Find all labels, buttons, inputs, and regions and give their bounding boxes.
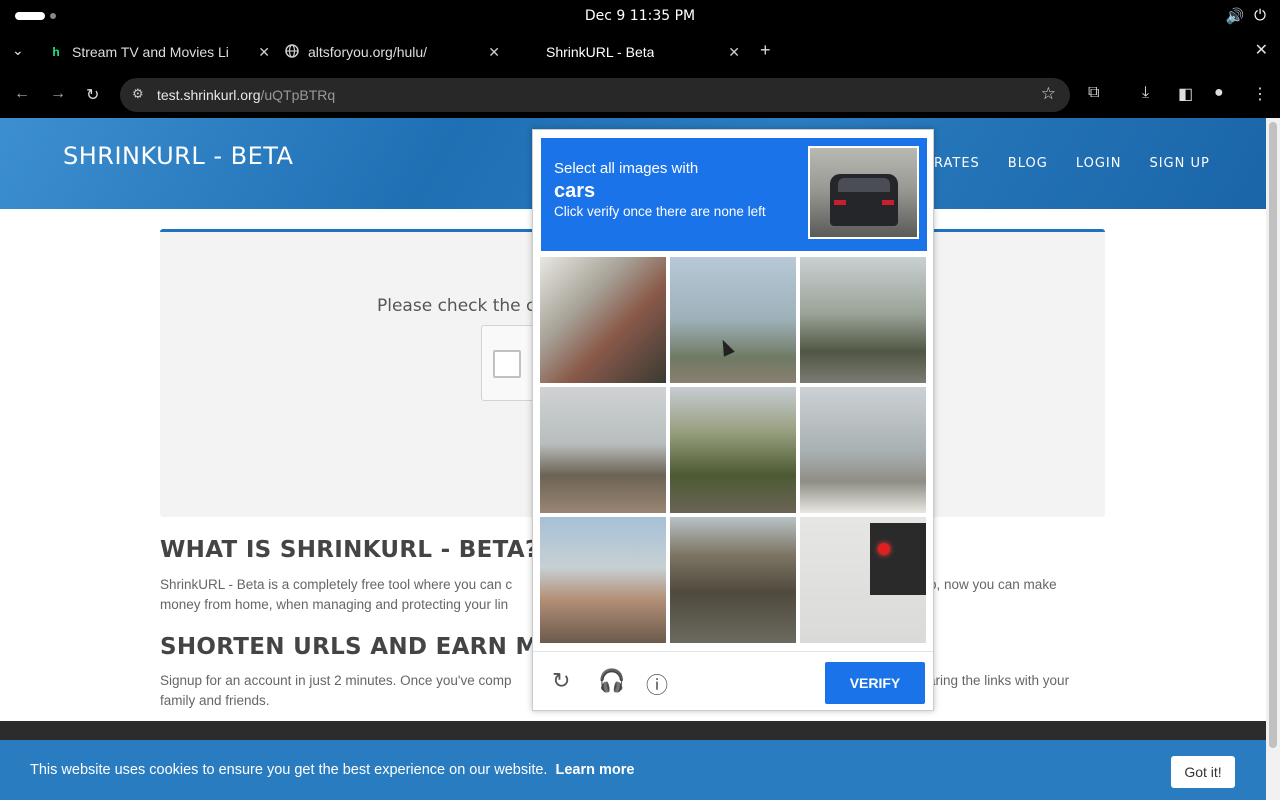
download-icon[interactable]: ⤓ [1142,84,1149,102]
tab-altsforyou[interactable]: altsforyou.org/hulu/ ✕ [284,36,500,68]
back-icon[interactable]: ← [14,85,30,103]
traffic-light-shape [870,523,926,595]
captcha-instruction: Select all images with [554,160,699,177]
tab-list-chevron-icon[interactable]: ⌄ [12,42,24,59]
volume-icon[interactable]: 🔊 [1225,7,1244,25]
extensions-icon[interactable]: ⧉ [1088,84,1099,102]
os-clock[interactable]: Dec 9 11:35 PM [0,8,1280,24]
os-status-icons[interactable]: 🔊 ⏻ [1225,7,1266,25]
captcha-tile-4[interactable] [540,387,666,513]
captcha-sub-instruction: Click verify once there are none left [554,204,766,219]
reload-icon[interactable]: ↻ [552,668,570,694]
captcha-tile-1[interactable] [540,257,666,383]
window-close-icon[interactable]: ✕ [1255,40,1268,60]
captcha-tile-8[interactable] [670,517,796,643]
close-tab-icon[interactable]: ✕ [258,44,270,61]
site-logo[interactable]: SHRINKURL - BETA [63,142,293,170]
menu-kebab-icon[interactable]: ⋮ [1252,84,1268,104]
red-lamp-shape [878,543,890,555]
captcha-prompt-text: Please check the ca [377,296,546,316]
address-bar[interactable]: ⚙ test.shrinkurl.org/uQTpBTRq ☆ [120,78,1070,112]
site-info-icon[interactable]: ⚙ [132,86,144,102]
globe-icon [284,43,300,61]
scrollbar-thumb[interactable] [1269,122,1277,748]
captcha-tile-2[interactable] [670,257,796,383]
captcha-target-word: cars [554,180,596,202]
tab-stream-tv[interactable]: h Stream TV and Movies Li ✕ [48,36,270,68]
section-heading-shorten: SHORTEN URLS AND EARN MO [160,634,559,660]
verify-button[interactable]: VERIFY [825,662,925,704]
captcha-tile-7[interactable] [540,517,666,643]
tab-title: altsforyou.org/hulu/ [308,44,428,60]
captcha-tile-9[interactable] [800,517,926,643]
audio-icon[interactable]: 🎧 [598,668,625,694]
os-top-bar: Dec 9 11:35 PM 🔊 ⏻ [0,0,1280,32]
profile-icon[interactable]: ● [1214,84,1224,102]
nav-blog[interactable]: BLOG [1008,156,1048,171]
tail-light [834,200,846,205]
tab-title: ShrinkURL - Beta [546,44,655,60]
tail-light [882,200,894,205]
power-icon[interactable]: ⏻ [1254,7,1266,25]
close-tab-icon[interactable]: ✕ [488,44,500,61]
site-footer [0,721,1266,741]
recaptcha-checkbox[interactable] [493,350,521,378]
captcha-sample-image [808,146,919,239]
side-panel-icon[interactable]: ◧ [1178,84,1193,104]
captcha-tile-3[interactable] [800,257,926,383]
captcha-footer: ↻ 🎧 ⓘ VERIFY [533,651,933,711]
new-tab-icon[interactable]: + [760,40,771,61]
captcha-header: Select all images with cars Click verify… [541,138,927,251]
close-tab-icon[interactable]: ✕ [728,44,740,61]
car-window-shape [838,178,890,192]
forward-icon[interactable]: → [50,85,66,103]
reload-page-icon[interactable]: ↻ [86,85,99,105]
tab-strip: ⌄ h Stream TV and Movies Li ✕ altsforyou… [0,32,1280,72]
nav-rates[interactable]: RATES [934,156,980,171]
page-scrollbar[interactable] [1266,118,1280,800]
cookie-message: This website uses cookies to ensure you … [30,762,635,778]
nav-login[interactable]: LOGIN [1076,156,1122,171]
bookmark-star-icon[interactable]: ☆ [1041,84,1056,104]
browser-toolbar: ← → ↻ ⚙ test.shrinkurl.org/uQTpBTRq ☆ ⧉ … [0,72,1280,118]
captcha-tile-5[interactable] [670,387,796,513]
url-text[interactable]: test.shrinkurl.org/uQTpBTRq [157,87,335,103]
captcha-tile-6[interactable] [800,387,926,513]
cookie-consent-bar: This website uses cookies to ensure you … [0,740,1266,800]
captcha-challenge-dialog: Select all images with cars Click verify… [532,129,934,711]
tab-shrinkurl[interactable]: ShrinkURL - Beta ✕ [546,36,740,68]
nav-signup[interactable]: SIGN UP [1149,156,1209,171]
section-heading-what-is: WHAT IS SHRINKURL - BETA? [160,537,539,563]
info-icon[interactable]: ⓘ [646,668,668,700]
learn-more-link[interactable]: Learn more [556,762,635,778]
hulu-favicon-icon: h [52,45,60,59]
site-nav: RATES BLOG LOGIN SIGN UP [934,156,1210,171]
cookie-accept-button[interactable]: Got it! [1171,756,1235,788]
captcha-image-grid [540,257,928,645]
tab-title: Stream TV and Movies Li [72,44,229,60]
